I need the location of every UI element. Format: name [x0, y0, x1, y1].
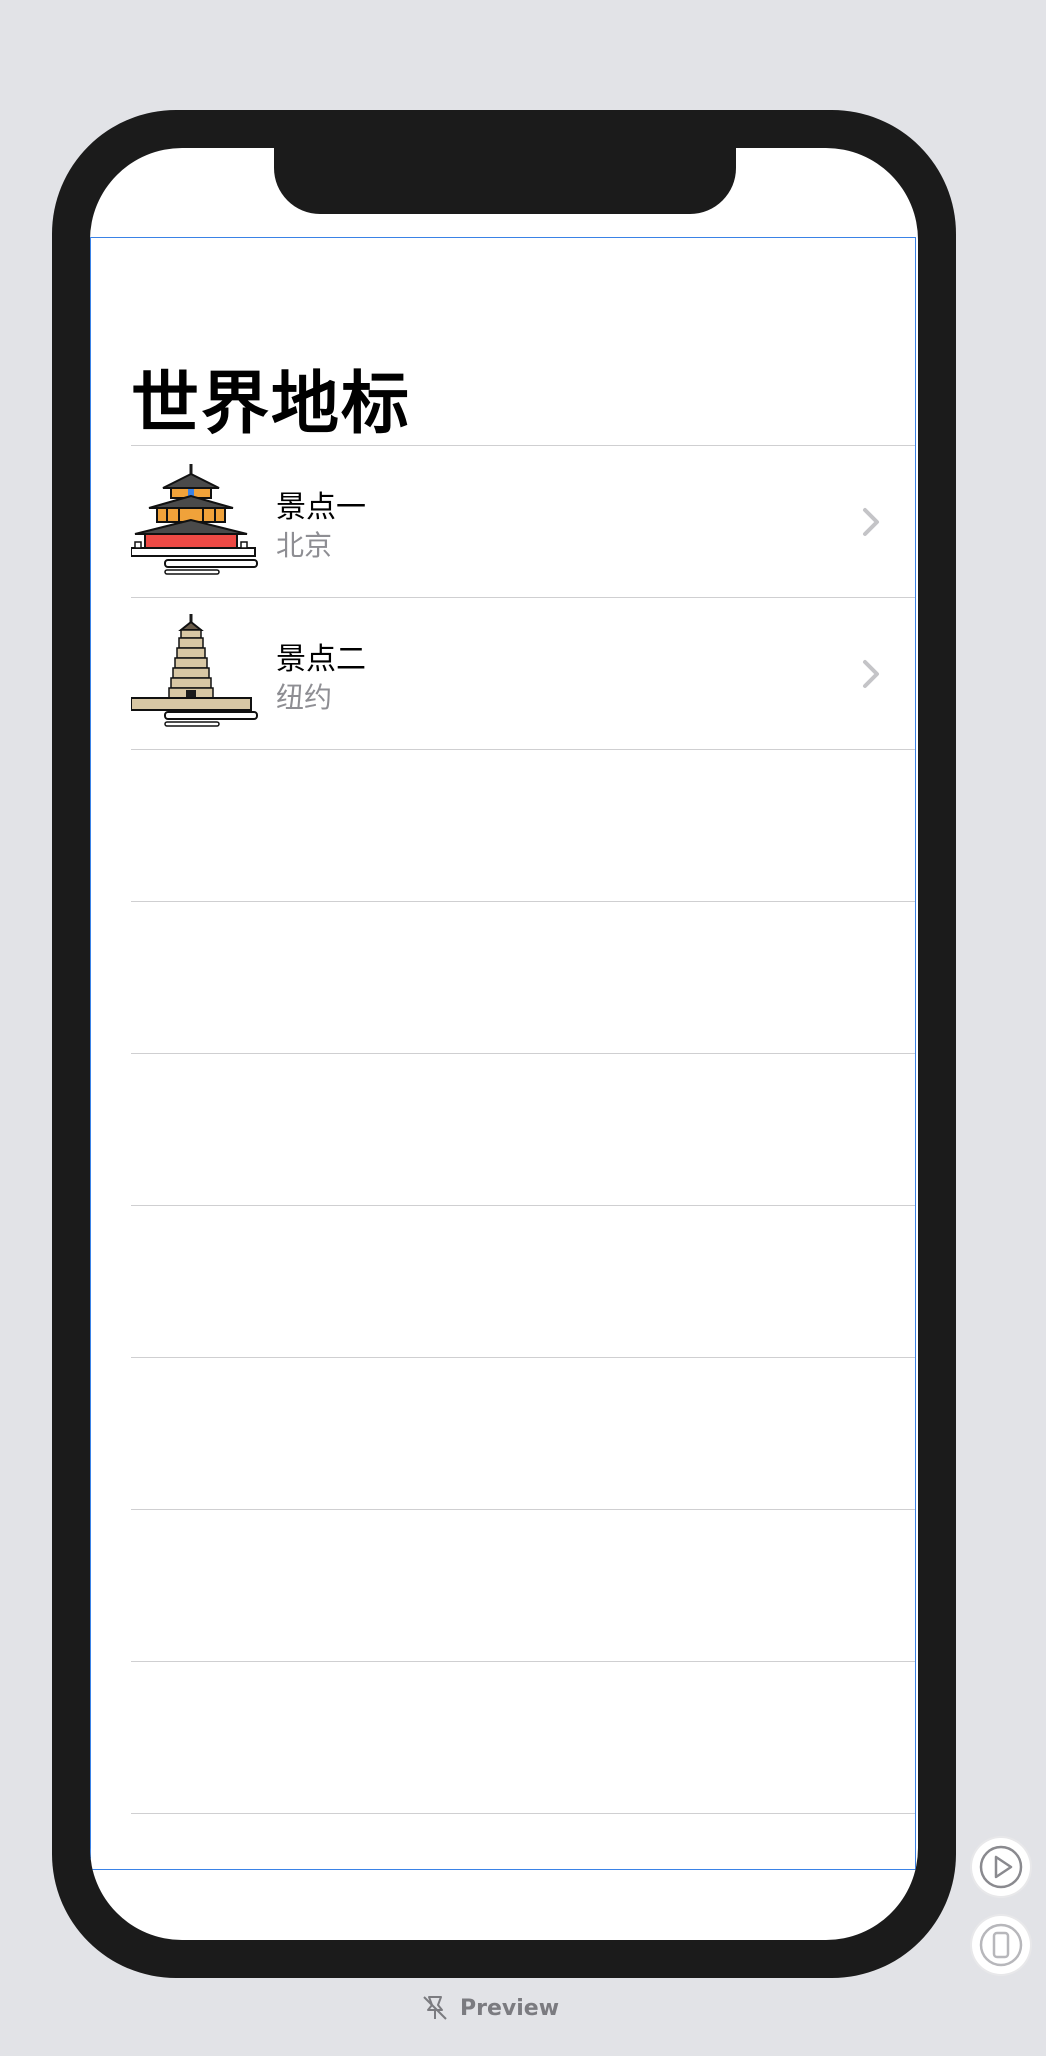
list-item[interactable]: 景点一 北京: [131, 445, 915, 597]
empty-row: [131, 901, 915, 1053]
pagoda-icon: [131, 614, 258, 727]
empty-row: [131, 1053, 915, 1205]
temple-of-heaven-icon: [131, 464, 258, 575]
landmark-city: 北京: [276, 529, 333, 562]
live-preview-button[interactable]: [972, 1838, 1030, 1896]
device-settings-button[interactable]: [972, 1916, 1030, 1974]
chevron-right-icon: [863, 660, 879, 688]
chevron-right-icon: [863, 508, 879, 536]
empty-row: [131, 1813, 915, 1869]
landmark-list: 景点一 北京 景点二 纽约: [91, 445, 915, 1869]
device-notch: [274, 148, 736, 214]
empty-row: [131, 1205, 915, 1357]
device-frame: 世界地标 景点一 北京 景点二 纽约: [52, 110, 956, 1978]
pin-disabled-icon: [423, 1996, 447, 2020]
empty-row: [131, 1357, 915, 1509]
landmark-name: 景点二: [276, 642, 366, 677]
list-item[interactable]: 景点二 纽约: [131, 597, 915, 749]
empty-row: [131, 749, 915, 901]
device-icon: [979, 1923, 1023, 1967]
play-icon: [979, 1845, 1023, 1889]
preview-label-group: Preview: [420, 1993, 559, 2023]
device-screen: 世界地标 景点一 北京 景点二 纽约: [90, 148, 918, 1940]
app-content: 世界地标 景点一 北京 景点二 纽约: [90, 237, 916, 1870]
landmark-name: 景点一: [276, 490, 366, 525]
empty-row: [131, 1661, 915, 1813]
landmark-city: 纽约: [276, 681, 333, 714]
page-title: 世界地标: [131, 365, 412, 444]
empty-row: [131, 1509, 915, 1661]
preview-label: Preview: [460, 1995, 560, 2021]
